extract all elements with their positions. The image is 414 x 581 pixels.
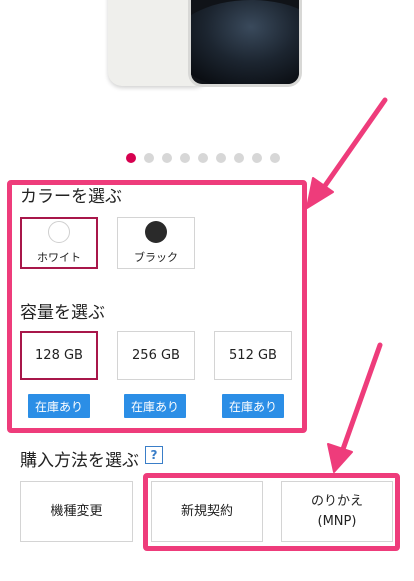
help-icon[interactable]: ?: [145, 446, 163, 464]
pager-dot[interactable]: [180, 153, 190, 163]
annotation-highlight-box: [7, 180, 307, 433]
pager-dot[interactable]: [126, 153, 136, 163]
pager-dot[interactable]: [144, 153, 154, 163]
annotation-highlight-box: [143, 473, 400, 551]
purchase-option-label: 機種変更: [50, 503, 103, 519]
pager-dot[interactable]: [162, 153, 172, 163]
pager-dot[interactable]: [216, 153, 226, 163]
pager-dot[interactable]: [270, 153, 280, 163]
image-carousel-pager: [126, 153, 280, 163]
purchase-option-upgrade[interactable]: 機種変更: [20, 481, 133, 542]
pager-dot[interactable]: [234, 153, 244, 163]
pager-dot[interactable]: [198, 153, 208, 163]
purchase-section-title: 購入方法を選ぶ: [20, 451, 139, 471]
phone-front-image: [188, 0, 302, 87]
product-image: [108, 0, 304, 88]
pager-dot[interactable]: [252, 153, 262, 163]
